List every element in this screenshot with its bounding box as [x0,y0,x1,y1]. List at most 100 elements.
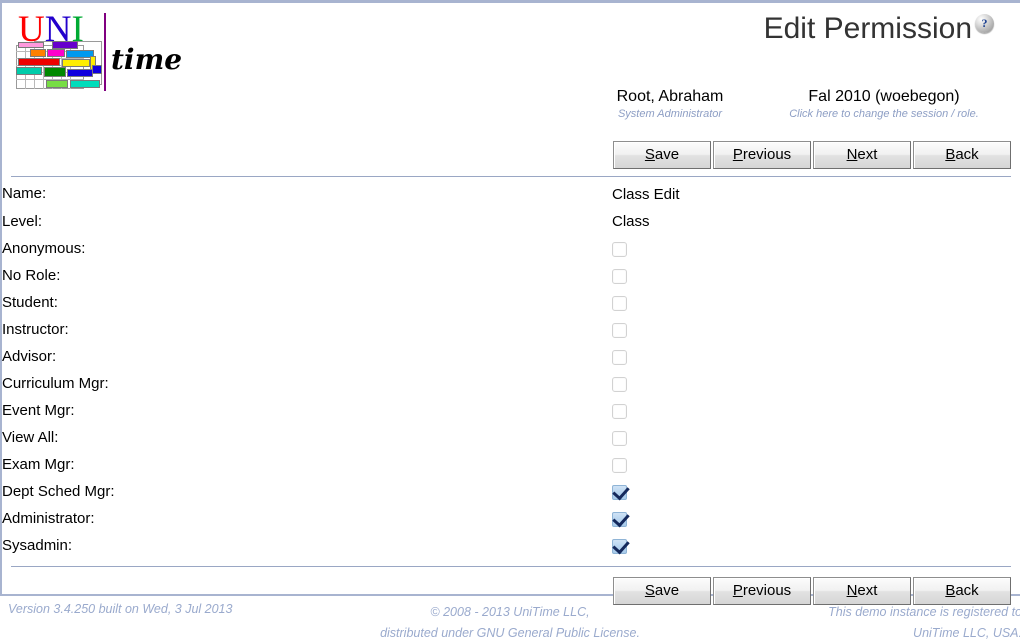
checkbox-instructor[interactable] [612,321,627,338]
save-button-top[interactable]: Save [613,141,711,169]
previous-label-top: revious [742,146,792,163]
save-accesskey-bottom: S [644,582,655,599]
table-row: Administrator: [2,505,1020,532]
field-value-level: Class [612,213,650,230]
checkbox-sysadmin[interactable] [612,537,627,554]
logo-block [44,67,66,77]
checkbox-icon-unchecked [612,268,627,284]
previous-accesskey-top: P [732,146,743,163]
checkbox-exam-mgr[interactable] [612,456,627,473]
table-row: Instructor: [2,316,1020,343]
footer-registration-line2: UniTime LLC, USA. [913,626,1020,640]
next-accesskey-top: N [846,146,858,163]
field-label-anonymous: Anonymous: [2,240,86,257]
logo-block [18,58,60,66]
footer-registration-line1: This demo instance is registered to [828,605,1020,619]
logo-block [67,69,93,77]
unitime-logo: UNI time [16,11,182,93]
checkbox-icon-checked [612,484,627,500]
table-row: Curriculum Mgr: [2,370,1020,397]
checkbox-administrator[interactable] [612,510,627,527]
session-change-hint: Click here to change the session / role. [789,108,979,120]
checkbox-no-role[interactable] [612,267,627,284]
logo-block [52,41,78,49]
session-name: Fal 2010 (woebegon) [808,88,960,105]
back-label-bottom: ack [955,582,979,599]
session-role-bar[interactable]: Root, Abraham System Administrator Fal 2… [566,87,994,121]
table-row: Anonymous: [2,235,1020,262]
checkbox-icon-unchecked [612,322,627,338]
field-label-name: Name: [2,185,47,202]
top-button-row: Save Previous Next Back [2,141,1020,169]
save-accesskey-top: S [644,146,655,163]
checkbox-dept-sched-mgr[interactable] [612,483,627,500]
session-info[interactable]: Fal 2010 (woebegon) Click here to change… [774,87,994,121]
checkbox-icon-checked [612,538,627,554]
back-accesskey-top: B [945,146,956,163]
field-value-instructor [612,316,1020,343]
checkbox-icon-checked [612,511,627,527]
field-value-name: Class Edit [612,186,680,203]
checkbox-curriculum-mgr[interactable] [612,375,627,392]
page-root: UNI time Edit Permission ? Root, Abraham… [0,0,1020,644]
user-name: Root, Abraham [616,88,724,105]
bottom-separator [11,566,1011,567]
field-value-sysadmin [612,532,1020,559]
logo-block [18,42,44,48]
field-label-event-mgr: Event Mgr: [2,402,75,419]
checkbox-event-mgr[interactable] [612,402,627,419]
logo-block [62,59,90,67]
field-label-instructor: Instructor: [2,321,69,338]
field-value-advisor [612,343,1020,370]
logo-timetable-grid [16,41,104,93]
back-label-top: ack [955,146,979,163]
field-label-dept-sched-mgr: Dept Sched Mgr: [2,483,115,500]
help-icon[interactable]: ? [975,14,994,33]
next-label-top: ext [857,146,878,163]
table-row: View All: [2,424,1020,451]
checkbox-student[interactable] [612,294,627,311]
field-label-exam-mgr: Exam Mgr: [2,456,75,473]
checkbox-view-all[interactable] [612,429,627,446]
field-value-event-mgr [612,397,1020,424]
checkbox-anonymous[interactable] [612,240,627,257]
top-separator [11,176,1011,177]
field-value-student [612,289,1020,316]
logo-block [47,49,65,57]
logo-block [16,67,42,75]
save-label-bottom: ave [654,582,680,599]
table-row: No Role: [2,262,1020,289]
table-row: Advisor: [2,343,1020,370]
table-row: Level: Class [2,208,1020,235]
checkbox-icon-unchecked [612,430,627,446]
field-label-level: Level: [2,213,43,230]
logo-block [92,65,102,74]
field-label-no-role: No Role: [2,267,61,284]
table-row: Dept Sched Mgr: [2,478,1020,505]
checkbox-icon-unchecked [612,403,627,419]
page-header: UNI time Edit Permission ? Root, Abraham… [2,3,1020,137]
checkbox-icon-unchecked [612,349,627,365]
back-button-top[interactable]: Back [913,141,1011,169]
checkbox-icon-unchecked [612,241,627,257]
field-value-dept-sched-mgr [612,478,1020,505]
table-row: Student: [2,289,1020,316]
permission-form-body: Name: Class Edit Level: Class Anonymous:… [2,179,1020,559]
footer-registration: This demo instance is registered to UniT… [828,602,1020,644]
checkbox-icon-unchecked [612,376,627,392]
field-value-exam-mgr [612,451,1020,478]
field-label-view-all: View All: [2,429,59,446]
checkbox-advisor[interactable] [612,348,627,365]
checkbox-icon-unchecked [612,457,627,473]
user-info[interactable]: Root, Abraham System Administrator [566,87,774,121]
logo-wordmark-time: time [111,43,183,76]
previous-button-top[interactable]: Previous [713,141,811,169]
field-value-administrator [612,505,1020,532]
field-value-view-all [612,424,1020,451]
logo-divider [104,13,106,91]
table-row: Name: Class Edit [2,179,1020,208]
page-footer: Version 3.4.250 built on Wed, 3 Jul 2013… [0,598,1020,644]
next-label-bottom: ext [857,582,878,599]
next-accesskey-bottom: N [846,582,858,599]
next-button-top[interactable]: Next [813,141,911,169]
